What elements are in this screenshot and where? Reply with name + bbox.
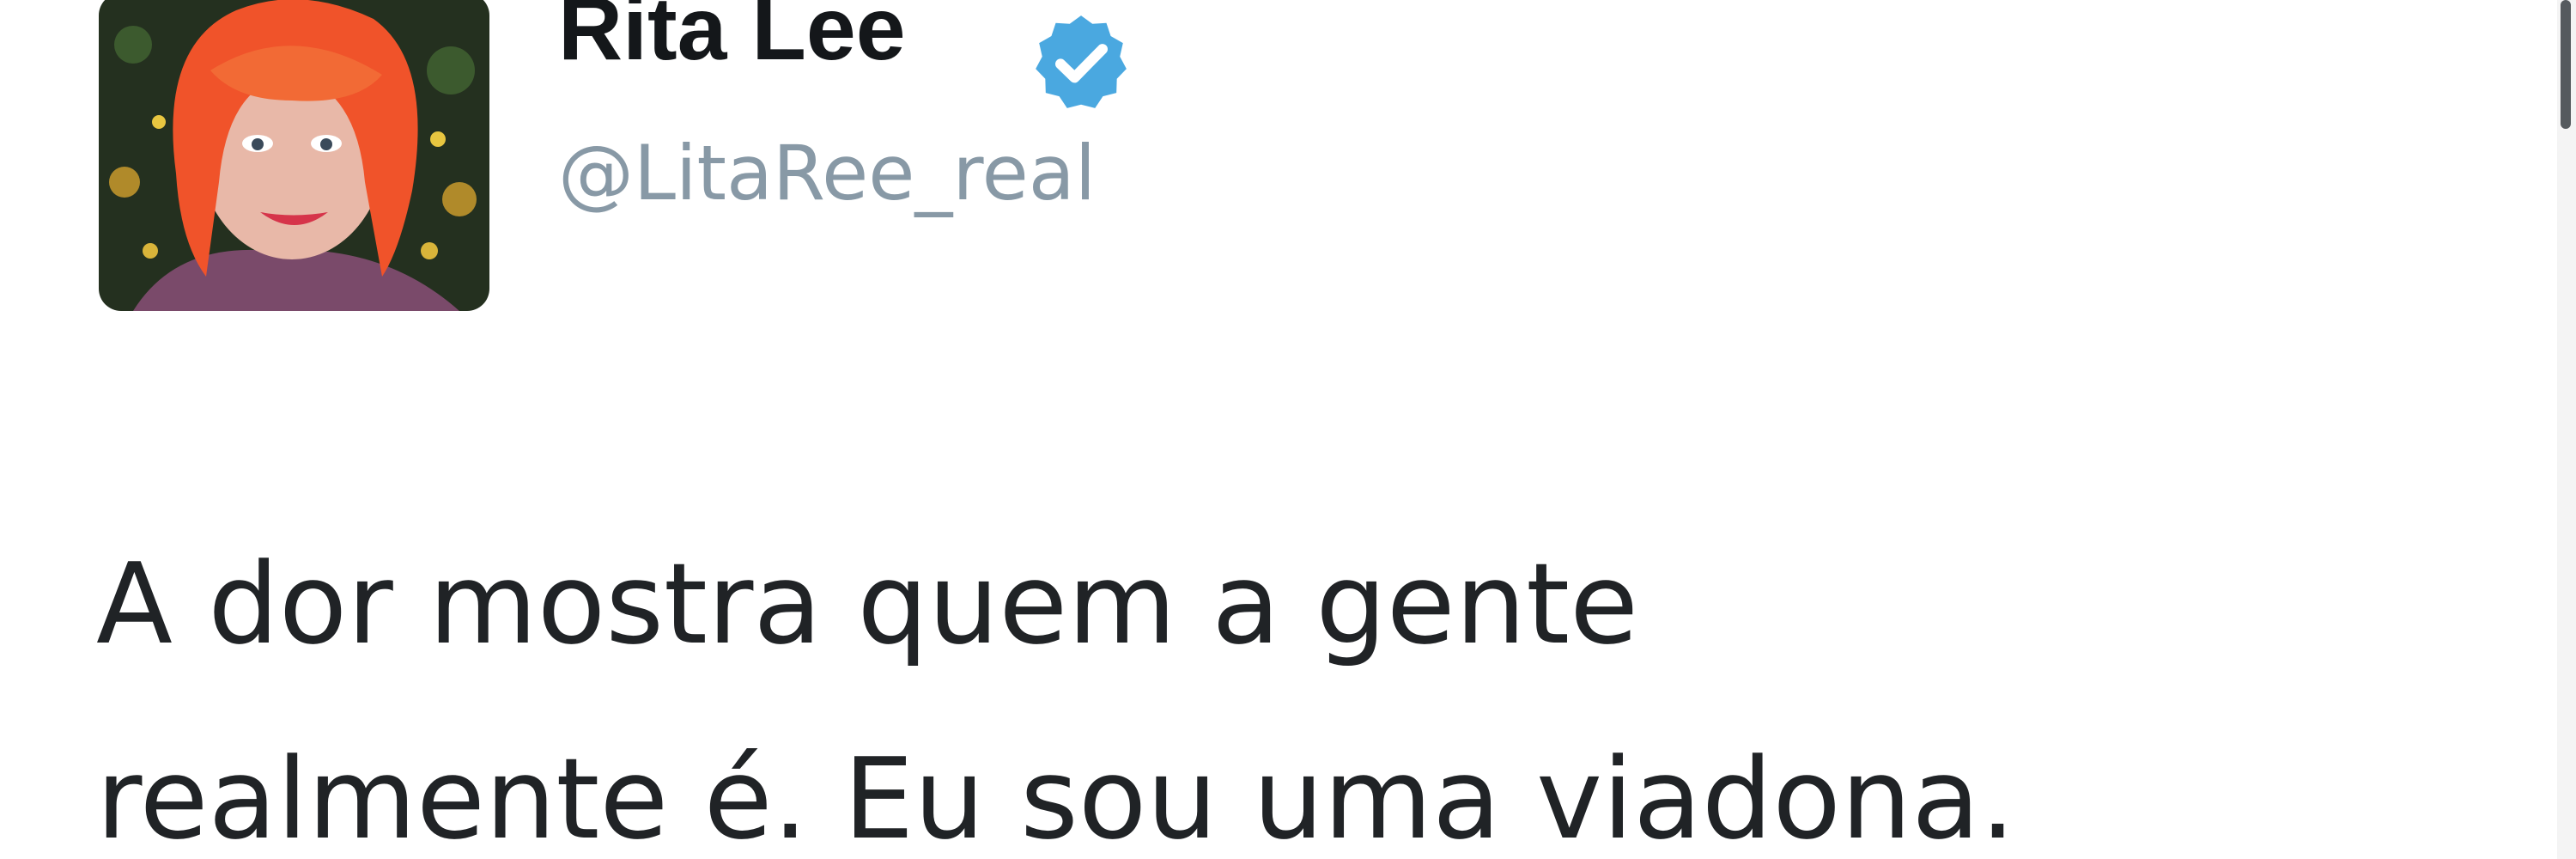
display-name[interactable]: Rita Lee <box>558 0 906 74</box>
tweet-card: Rita Lee @LitaRee_real A dor mostra quem… <box>0 0 2576 859</box>
tweet-text-line: realmente é. Eu sou uma viadona. <box>96 734 2016 859</box>
tweet-text-line: A dor mostra quem a gente <box>96 539 1639 669</box>
scrollbar[interactable] <box>2557 0 2576 859</box>
tweet-text: A dor mostra quem a gente realmente é. E… <box>96 507 2483 859</box>
avatar[interactable] <box>99 0 489 311</box>
scrollbar-thumb[interactable] <box>2561 0 2571 129</box>
user-handle[interactable]: @LitaRee_real <box>558 136 1096 211</box>
avatar-image <box>99 0 489 311</box>
verified-badge-icon <box>1036 15 1127 108</box>
